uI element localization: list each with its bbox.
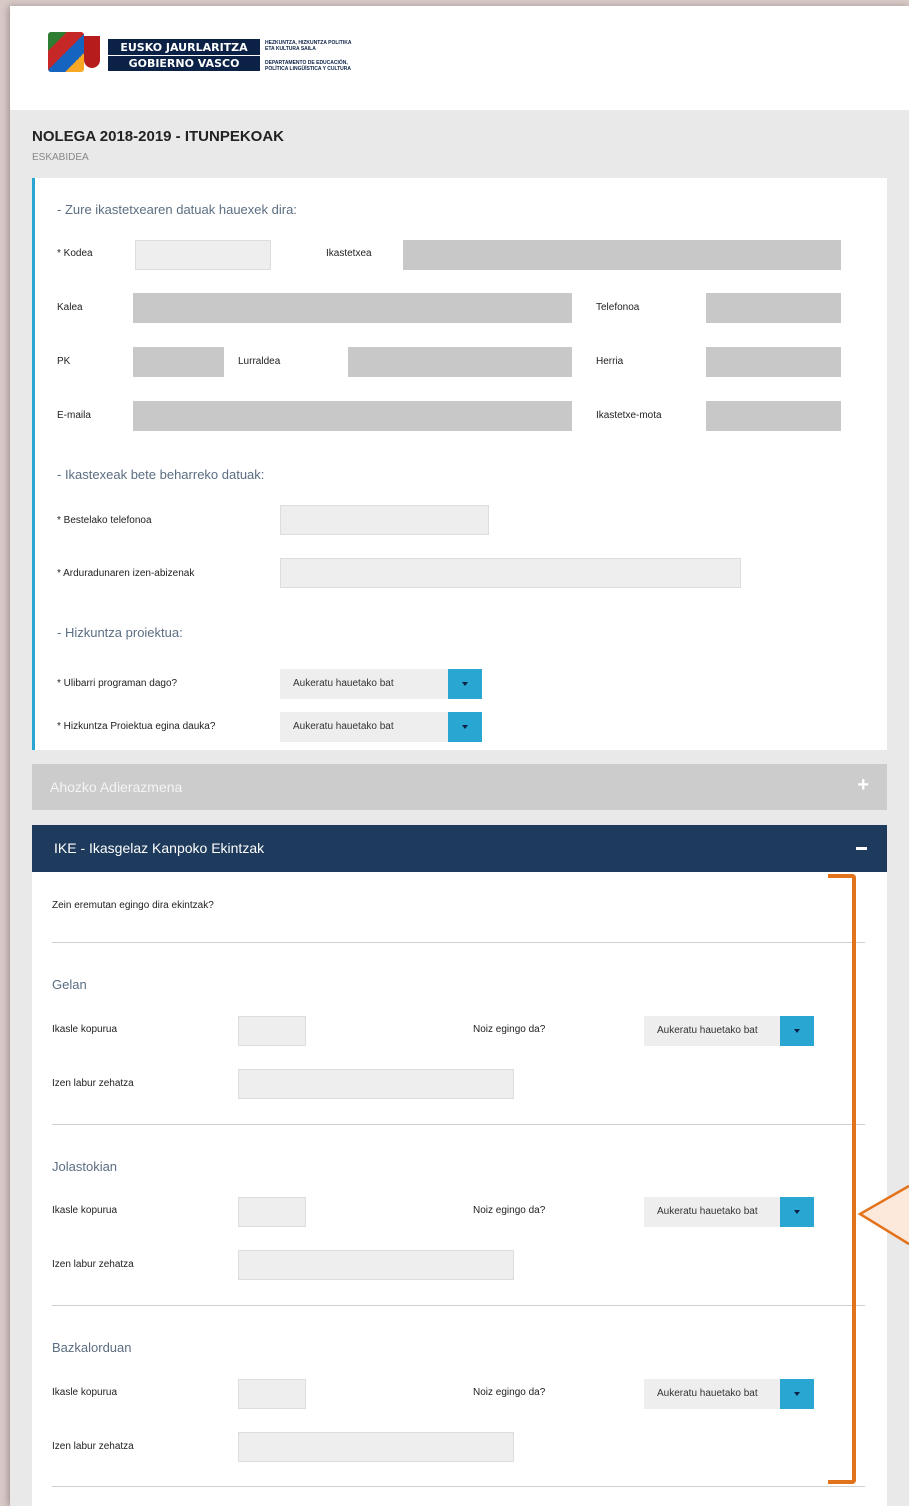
school-data-heading: - Zure ikastetxearen datuak hauexek dira…	[57, 202, 297, 217]
divider	[52, 1124, 865, 1125]
logo-line-2: GOBIERNO VASCO	[108, 55, 260, 71]
annotation-bracket	[828, 874, 856, 1484]
ike-question: Zein eremutan egingo dira ekintzak?	[52, 900, 214, 911]
when-select-value: Aukeratu hauetako bat	[657, 1388, 758, 1399]
department-name: HEZKUNTZA, HIZKUNTZA POLITIKA ETA KULTUR…	[265, 40, 395, 72]
when-label: Noiz egingo da?	[473, 1205, 546, 1216]
herria-label: Herria	[596, 356, 624, 367]
annotation-callout-icon	[857, 1184, 909, 1246]
logo-line-1: EUSKO JAURLARITZA	[120, 41, 248, 54]
ahozko-section-header[interactable]: Ahozko Adierazmena +	[32, 764, 887, 810]
when-label: Noiz egingo da?	[473, 1024, 546, 1035]
student-count-input[interactable]	[238, 1197, 306, 1227]
language-project-label: * Hizkuntza Proiektua egina dauka?	[57, 721, 216, 732]
short-name-label: Izen labur zehatza	[52, 1259, 134, 1270]
kalea-label: Kalea	[57, 302, 83, 313]
student-count-label: Ikasle kopurua	[52, 1205, 118, 1216]
divider	[52, 1486, 865, 1487]
when-select[interactable]: Aukeratu hauetako bat	[644, 1197, 814, 1227]
language-project-select[interactable]: Aukeratu hauetako bat	[280, 712, 482, 742]
ikastetxe-mota-label: Ikastetxe-mota	[596, 410, 662, 421]
chevron-down-icon[interactable]	[780, 1016, 814, 1046]
ahozko-section-title: Ahozko Adierazmena	[50, 779, 183, 795]
chevron-down-icon[interactable]	[448, 712, 482, 742]
ikastetxea-field	[403, 240, 841, 270]
emaila-label: E-maila	[57, 410, 91, 421]
app-window: EUSKO JAURLARITZA GOBIERNO VASCO HEZKUNT…	[10, 6, 909, 1506]
site-header: EUSKO JAURLARITZA GOBIERNO VASCO HEZKUNT…	[10, 6, 909, 110]
chevron-down-icon[interactable]	[448, 669, 482, 699]
other-phone-input[interactable]	[280, 505, 489, 535]
divider	[52, 942, 865, 943]
when-select-value: Aukeratu hauetako bat	[657, 1206, 758, 1217]
short-name-input[interactable]	[238, 1069, 514, 1099]
student-count-input[interactable]	[238, 1016, 306, 1046]
when-select[interactable]: Aukeratu hauetako bat	[644, 1016, 814, 1046]
telefonoa-field	[706, 293, 841, 323]
section-bazkalorduan-title: Bazkalorduan	[52, 1340, 132, 1355]
dept-es-2: POLÍTICA LINGÜÍSTICA Y CULTURA	[265, 66, 352, 72]
student-count-label: Ikasle kopurua	[52, 1387, 118, 1398]
fill-data-heading: - Ikastexeak bete beharreko datuak:	[57, 467, 265, 482]
plus-icon[interactable]: +	[857, 774, 869, 797]
student-count-label: Ikasle kopurua	[52, 1024, 118, 1035]
language-project-heading: - Hizkuntza proiektua:	[57, 625, 183, 640]
kodea-label: * Kodea	[57, 248, 93, 259]
section-gelan-title: Gelan	[52, 977, 87, 992]
short-name-input[interactable]	[238, 1432, 514, 1462]
ulibarri-select[interactable]: Aukeratu hauetako bat	[280, 669, 482, 699]
lurraldea-field	[348, 347, 572, 377]
emaila-field	[133, 401, 572, 431]
coat-of-arms-icon	[48, 32, 100, 72]
kodea-field[interactable]	[135, 240, 271, 270]
ikastetxea-label: Ikastetxea	[326, 248, 372, 259]
chevron-down-icon[interactable]	[780, 1197, 814, 1227]
page-title: NOLEGA 2018-2019 - ITUNPEKOAK	[32, 128, 285, 145]
telefonoa-label: Telefonoa	[596, 302, 640, 313]
when-select-value: Aukeratu hauetako bat	[657, 1025, 758, 1036]
ike-section-title: IKE - Ikasgelaz Kanpoko Ekintzak	[54, 840, 265, 856]
other-phone-label: * Bestelako telefonoa	[57, 515, 152, 526]
section-jolastokian-title: Jolastokian	[52, 1159, 118, 1174]
when-label: Noiz egingo da?	[473, 1387, 546, 1398]
herria-field	[706, 347, 841, 377]
ulibarri-select-value: Aukeratu hauetako bat	[293, 678, 394, 689]
kalea-field	[133, 293, 572, 323]
government-logo[interactable]: EUSKO JAURLARITZA GOBIERNO VASCO	[108, 39, 260, 71]
school-form-card: - Zure ikastetxearen datuak hauexek dira…	[32, 178, 887, 750]
student-count-input[interactable]	[238, 1379, 306, 1409]
short-name-input[interactable]	[238, 1250, 514, 1280]
short-name-label: Izen labur zehatza	[52, 1441, 134, 1452]
chevron-down-icon[interactable]	[780, 1379, 814, 1409]
ikastetxe-mota-field	[706, 401, 841, 431]
lurraldea-label: Lurraldea	[238, 356, 281, 367]
pk-field	[133, 347, 224, 377]
short-name-label: Izen labur zehatza	[52, 1078, 134, 1089]
pk-label: PK	[57, 356, 71, 367]
ike-section-header[interactable]: IKE - Ikasgelaz Kanpoko Ekintzak	[32, 825, 887, 872]
ike-section-body: Zein eremutan egingo dira ekintzak? Gela…	[32, 872, 887, 1506]
minus-icon[interactable]	[856, 847, 867, 850]
page-subtitle: ESKABIDEA	[32, 152, 89, 163]
ulibarri-label: * Ulibarri programan dago?	[57, 678, 178, 689]
responsible-name-label: * Arduradunaren izen-abizenak	[57, 568, 195, 579]
when-select[interactable]: Aukeratu hauetako bat	[644, 1379, 814, 1409]
divider	[52, 1305, 865, 1306]
language-project-select-value: Aukeratu hauetako bat	[293, 721, 394, 732]
responsible-name-input[interactable]	[280, 558, 741, 588]
